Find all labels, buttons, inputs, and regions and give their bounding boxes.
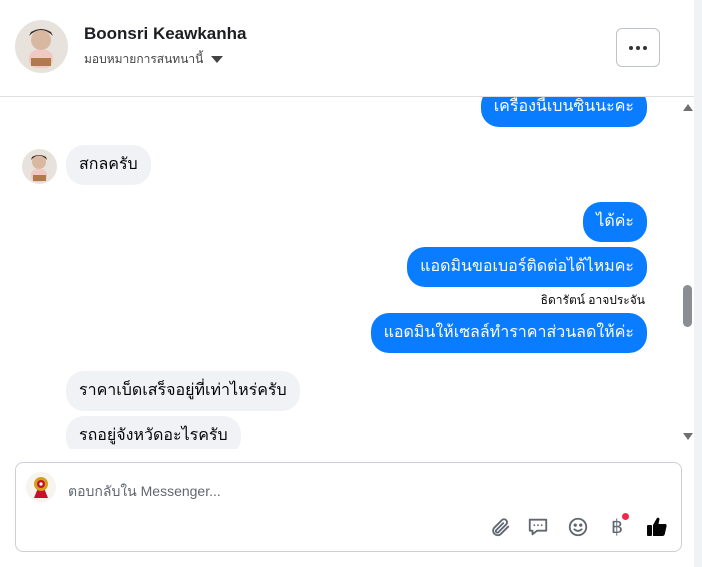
more-options-button[interactable]	[616, 28, 660, 67]
message-bubble-incoming[interactable]: รถอยู่จังหวัดอะไรครับ	[66, 416, 241, 449]
scroll-down-icon[interactable]	[683, 433, 693, 440]
contact-name[interactable]: Boonsri Keawkanha	[84, 24, 247, 44]
message-bubble-outgoing[interactable]: ได้ค่ะ	[583, 202, 647, 242]
notification-dot	[622, 513, 629, 520]
thread-scrollbar[interactable]	[681, 97, 694, 449]
like-icon[interactable]	[645, 515, 669, 539]
page-avatar	[26, 472, 56, 502]
message-thread[interactable]: เครื่องนี้เบนซินนะคะ สกลครับ ได้ค่ะ แอดม…	[0, 97, 680, 449]
saved-reply-icon[interactable]	[526, 515, 550, 539]
message-bubble-incoming[interactable]: ราคาเบ็ดเสร็จอยู่ที่เท่าไหร่ครับ	[66, 371, 300, 411]
contact-avatar-small	[22, 149, 57, 184]
scroll-thumb[interactable]	[683, 285, 692, 327]
message-bubble-outgoing[interactable]: เครื่องนี้เบนซินนะคะ	[480, 97, 647, 127]
contact-avatar[interactable]	[15, 20, 68, 73]
attachment-icon[interactable]	[488, 515, 512, 539]
reply-input[interactable]	[68, 481, 628, 501]
sender-name: ธิดารัตน์ อาจประจัน	[540, 293, 645, 307]
emoji-icon[interactable]	[566, 515, 590, 539]
message-bubble-incoming[interactable]: สกลครับ	[66, 145, 151, 185]
assign-conversation-dropdown[interactable]: มอบหมายการสนทนานี้	[84, 50, 224, 69]
baht-icon[interactable]: ฿	[605, 513, 629, 539]
more-icon	[629, 45, 633, 50]
panel-edge	[694, 0, 702, 567]
caret-down-icon	[211, 56, 224, 63]
assign-label: มอบหมายการสนทนานี้	[84, 52, 204, 66]
conversation-header: Boonsri Keawkanha มอบหมายการสนทนานี้	[0, 0, 694, 97]
message-bubble-outgoing[interactable]: แอดมินขอเบอร์ติดต่อได้ไหมคะ	[407, 247, 647, 287]
scroll-up-icon[interactable]	[683, 104, 693, 111]
message-bubble-outgoing[interactable]: แอดมินให้เซลล์ทำราคาส่วนลดให้ค่ะ	[370, 313, 647, 353]
reply-composer: ฿	[15, 462, 682, 552]
